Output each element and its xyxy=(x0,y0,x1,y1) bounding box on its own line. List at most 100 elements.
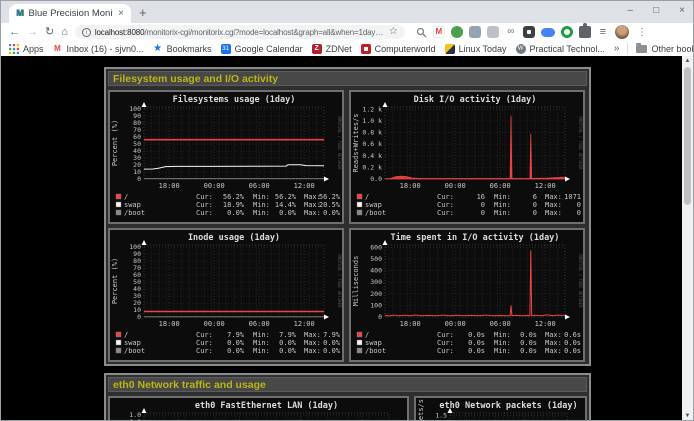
bookmark-item[interactable]: WPractical Technol... xyxy=(516,44,605,54)
folder-icon xyxy=(636,45,647,53)
bookmarks-bar: Apps MInbox (16) - sjvn0... ★Bookmarks 3… xyxy=(1,41,693,56)
bookmarks-separator xyxy=(627,43,628,54)
svg-text:7.9%: 7.9% xyxy=(323,331,341,339)
svg-text:0.0%: 0.0% xyxy=(227,339,245,347)
svg-text:Max:: Max: xyxy=(545,201,562,209)
svg-text:0.0%: 0.0% xyxy=(279,339,297,347)
chart-panel-eth0-traffic[interactable]: eth0 FastEthernet LAN (1day)bits/s1.00.9… xyxy=(108,396,409,421)
bookmark-item[interactable]: ZZDNet xyxy=(312,44,352,54)
reader-extension-icon[interactable]: ∞ xyxy=(505,26,517,38)
bookmark-item[interactable]: 31Google Calendar xyxy=(221,44,303,54)
svg-text:56.2%: 56.2% xyxy=(275,193,297,201)
search-icon[interactable] xyxy=(416,27,427,38)
zdnet-icon: Z xyxy=(312,44,322,54)
svg-text:10: 10 xyxy=(133,168,141,176)
svg-text:Filesystems usage (1day): Filesystems usage (1day) xyxy=(173,94,296,105)
svg-text:70: 70 xyxy=(133,126,141,134)
copy-pages-extension-icon[interactable] xyxy=(469,26,481,38)
scroll-up-icon[interactable]: ▲ xyxy=(685,56,691,67)
eth0-packets-chart[interactable]: eth0 Network packets (1day)Packets/s1.51… xyxy=(416,398,585,421)
new-tab-button[interactable]: + xyxy=(139,3,147,23)
green-ring-extension-icon[interactable] xyxy=(561,26,573,38)
svg-text:Min:: Min: xyxy=(494,331,511,339)
bookmark-item[interactable]: Computerworld xyxy=(361,44,436,54)
gmail-icon: M xyxy=(53,44,63,54)
browser-tab[interactable]: M Blue Precision Monitorix × xyxy=(9,4,131,23)
bookmark-item[interactable]: ★Bookmarks xyxy=(153,44,212,54)
chart-panel-eth0-packets[interactable]: eth0 Network packets (1day)Packets/s1.51… xyxy=(414,396,587,421)
svg-text:0.0%: 0.0% xyxy=(323,209,341,217)
svg-text:100: 100 xyxy=(129,105,141,113)
profile-avatar[interactable] xyxy=(615,25,629,39)
svg-text:0: 0 xyxy=(378,313,382,321)
linux-today-icon xyxy=(445,44,455,54)
window-minimize-button[interactable]: – xyxy=(628,6,634,16)
bookmark-item[interactable]: Linux Today xyxy=(445,44,507,54)
svg-text:18:00: 18:00 xyxy=(400,182,421,190)
svg-text:Reads+Writes/s: Reads+Writes/s xyxy=(352,113,360,172)
scrollbar-thumb[interactable] xyxy=(684,67,691,205)
svg-text:0: 0 xyxy=(481,209,485,217)
page-scrollbar[interactable]: ▲ ▼ xyxy=(682,56,693,421)
chart-panel-disk-io[interactable]: Disk I/O activity (1day)Reads+Writes/s0.… xyxy=(349,90,585,224)
tab-close-icon[interactable]: × xyxy=(118,9,124,19)
home-icon[interactable]: ⌂ xyxy=(61,27,68,38)
chart-panel-time-io[interactable]: Time spent in I/O activity (1day)Millise… xyxy=(349,228,585,362)
svg-text:Min:: Min: xyxy=(253,339,270,347)
filesystems-usage-chart[interactable]: Filesystems usage (1day)Percent (%)01020… xyxy=(110,92,342,222)
svg-text:/boot: /boot xyxy=(124,209,145,217)
svg-text:50: 50 xyxy=(133,140,141,148)
inode-usage-chart[interactable]: Inode usage (1day)Percent (%)01020304050… xyxy=(110,230,342,360)
svg-text:Cur:: Cur: xyxy=(196,201,213,209)
url-text: localhost:8080/monitorix-cgi/monitorix.c… xyxy=(95,28,385,37)
window-maximize-button[interactable]: □ xyxy=(653,6,659,16)
gmail-extension-icon[interactable]: M xyxy=(433,26,445,38)
svg-text:20: 20 xyxy=(133,299,141,307)
blue-extension-icon[interactable] xyxy=(541,28,555,37)
other-bookmarks-button[interactable]: Other bookmarks xyxy=(636,44,694,54)
svg-text:500: 500 xyxy=(370,255,382,263)
svg-text:0.0%: 0.0% xyxy=(227,209,245,217)
address-bar[interactable]: i localhost:8080/monitorix-cgi/monitorix… xyxy=(75,25,405,39)
dark-extension-icon[interactable] xyxy=(523,26,535,38)
svg-text:00:00: 00:00 xyxy=(204,320,225,328)
gray-extension-icon[interactable] xyxy=(487,26,499,38)
tab-list-icon[interactable]: ≡ xyxy=(597,26,609,38)
forward-icon[interactable]: → xyxy=(27,27,38,38)
svg-text:0: 0 xyxy=(577,209,581,217)
bookmark-item[interactable]: MInbox (16) - sjvn0... xyxy=(53,44,144,54)
browser-menu-icon[interactable]: ⋮ xyxy=(637,27,647,38)
bookmark-star-icon[interactable]: ☆ xyxy=(389,27,398,37)
scroll-down-icon[interactable]: ▼ xyxy=(685,411,691,421)
chart-panel-filesystems-usage[interactable]: Filesystems usage (1day)Percent (%)01020… xyxy=(108,90,344,224)
svg-text:0.2 k: 0.2 k xyxy=(362,163,382,171)
svg-text:Packets/s: Packets/s xyxy=(417,399,425,421)
svg-text:60: 60 xyxy=(133,271,141,279)
svg-text:swap: swap xyxy=(124,339,141,347)
svg-text:Max:: Max: xyxy=(545,347,562,355)
svg-text:90: 90 xyxy=(133,250,141,258)
reload-icon[interactable]: ↻ xyxy=(45,27,54,38)
svg-text:Min:: Min: xyxy=(494,201,511,209)
privacy-extension-icon[interactable] xyxy=(451,26,463,38)
svg-text:Percent (%): Percent (%) xyxy=(111,258,119,304)
svg-text:Cur:: Cur: xyxy=(437,193,454,201)
apps-shortcut[interactable]: Apps xyxy=(9,44,44,54)
extensions-puzzle-icon[interactable] xyxy=(579,26,591,38)
chart-panel-inode-usage[interactable]: Inode usage (1day)Percent (%)01020304050… xyxy=(108,228,344,362)
bookmarks-overflow-chevron[interactable]: » xyxy=(614,43,620,54)
svg-text:Inode usage (1day): Inode usage (1day) xyxy=(188,233,280,243)
back-icon[interactable]: ← xyxy=(9,27,20,38)
time-spent-io-chart[interactable]: Time spent in I/O activity (1day)Millise… xyxy=(351,230,583,360)
svg-text:/: / xyxy=(124,331,128,339)
section-filesystem-io: Filesystem usage and I/O activity Filesy… xyxy=(104,67,591,366)
eth0-traffic-chart[interactable]: eth0 FastEthernet LAN (1day)bits/s1.00.9… xyxy=(110,398,407,421)
svg-text:0.0s: 0.0s xyxy=(564,339,581,347)
svg-text:56.2%: 56.2% xyxy=(223,193,245,201)
window-close-button[interactable]: × xyxy=(679,6,685,16)
site-info-icon[interactable]: i xyxy=(82,28,91,37)
svg-text:20.5%: 20.5% xyxy=(319,201,341,209)
svg-text:/boot: /boot xyxy=(124,347,145,355)
disk-io-activity-chart[interactable]: Disk I/O activity (1day)Reads+Writes/s0.… xyxy=(351,92,583,222)
svg-text:300: 300 xyxy=(370,278,382,286)
